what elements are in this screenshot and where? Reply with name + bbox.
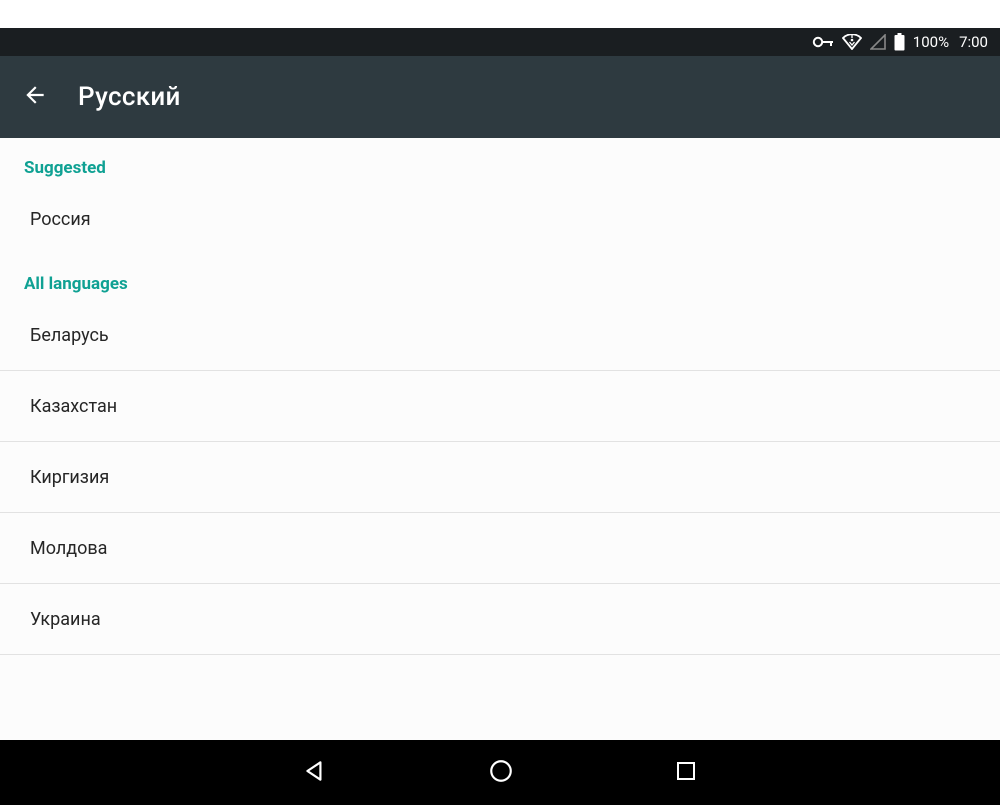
status-bar: 100% 7:00 <box>0 28 1000 56</box>
list-item-label: Киргизия <box>30 467 109 488</box>
list-item[interactable]: Казахстан <box>0 371 1000 441</box>
nav-home-icon[interactable] <box>488 758 514 788</box>
nav-recent-icon[interactable] <box>674 759 698 787</box>
clock-time: 7:00 <box>959 33 988 51</box>
back-arrow-icon[interactable] <box>22 82 48 112</box>
list-item-label: Беларусь <box>30 325 109 346</box>
list-item[interactable]: Киргизия <box>0 442 1000 512</box>
suggested-header: Suggested <box>0 138 1000 184</box>
top-margin <box>0 0 1000 28</box>
signal-icon <box>870 34 886 50</box>
battery-icon <box>894 33 905 51</box>
page-title: Русский <box>78 82 181 112</box>
list-item-label: Украина <box>30 609 101 630</box>
navigation-bar <box>0 740 1000 805</box>
content-area: Suggested Россия All languages Беларусь … <box>0 138 1000 740</box>
list-item[interactable]: Россия <box>0 184 1000 254</box>
wifi-icon <box>842 34 862 50</box>
vpn-key-icon <box>812 35 834 49</box>
list-item-label: Казахстан <box>30 396 117 417</box>
battery-percent: 100% <box>913 33 949 51</box>
list-item-label: Молдова <box>30 538 107 559</box>
nav-back-icon[interactable] <box>302 758 328 788</box>
all-languages-header: All languages <box>0 254 1000 300</box>
list-item[interactable]: Молдова <box>0 513 1000 583</box>
list-item-label: Россия <box>30 209 91 230</box>
list-item[interactable]: Беларусь <box>0 300 1000 370</box>
app-bar: Русский <box>0 56 1000 138</box>
list-item[interactable]: Украина <box>0 584 1000 654</box>
divider <box>0 654 1000 655</box>
